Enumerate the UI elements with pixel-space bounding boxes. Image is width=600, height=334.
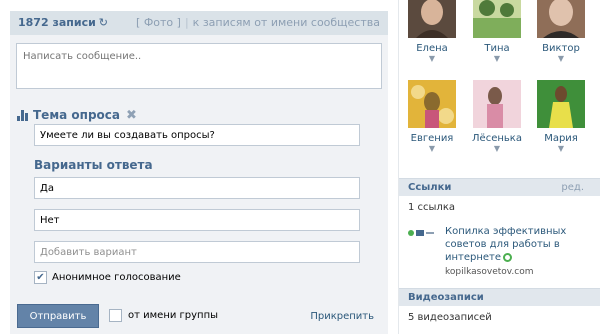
edit-links-link[interactable]: ред. <box>561 182 584 193</box>
community-posts-link[interactable]: к записям от имени сообщества <box>193 16 380 29</box>
post-count: 1872 записи ↻ <box>18 16 109 29</box>
friend-name[interactable]: Мария <box>531 133 591 144</box>
links-section-header: Ссылки ред. <box>399 178 600 196</box>
separator: | <box>184 16 189 29</box>
message-input[interactable] <box>16 43 382 89</box>
avatar[interactable] <box>537 0 585 38</box>
friends-grid: Елена ▼ Тина ▼ Виктор ▼ Евгения ▼ Лёсень… <box>399 0 600 170</box>
videos-section-header: Видеозаписи <box>399 288 600 306</box>
answers-title: Варианты ответа <box>34 158 153 172</box>
link-title[interactable]: Копилка эффективных советов для работы в… <box>445 225 595 264</box>
links-section-title[interactable]: Ссылки <box>408 182 451 193</box>
link-icon <box>408 230 434 236</box>
friend-item[interactable]: Елена ▼ <box>402 0 462 64</box>
friend-item[interactable]: Мария ▼ <box>531 80 591 154</box>
poll-chart-icon <box>17 109 28 121</box>
send-button[interactable]: Отправить <box>17 304 99 328</box>
avatar[interactable] <box>408 0 456 38</box>
friend-item[interactable]: Евгения ▼ <box>402 80 462 154</box>
post-composer: Тема опроса ✖ Варианты ответа ✔ Анонимно… <box>10 35 388 334</box>
poll-title: Тема опроса <box>33 108 120 122</box>
from-group-row[interactable]: от имени группы <box>109 309 218 322</box>
wall-header: 1872 записи ↻ [ Фото ] | к записям от имени… <box>10 11 388 35</box>
chevron-down-icon[interactable]: ▼ <box>467 144 527 154</box>
close-icon[interactable]: ✖ <box>126 109 137 122</box>
anonymous-vote-row[interactable]: ✔ Анонимное голосование <box>34 271 181 284</box>
answer-input-2[interactable] <box>34 209 360 231</box>
chevron-down-icon[interactable]: ▼ <box>531 54 591 64</box>
link-icons <box>408 228 436 238</box>
checkmark-icon: ✔ <box>36 271 45 283</box>
friend-name[interactable]: Елена <box>402 43 462 54</box>
videos-count[interactable]: 5 видеозаписей <box>408 312 492 323</box>
friend-name[interactable]: Лёсенька <box>467 133 527 144</box>
chevron-down-icon[interactable]: ▼ <box>467 54 527 64</box>
friend-item[interactable]: Тина ▼ <box>467 0 527 64</box>
anonymous-label: Анонимное голосование <box>52 272 181 283</box>
avatar[interactable] <box>408 80 456 128</box>
friend-item[interactable]: Лёсенька ▼ <box>467 80 527 154</box>
ring-icon <box>503 252 513 262</box>
friend-name[interactable]: Евгения <box>402 133 462 144</box>
answer-input-1[interactable] <box>34 177 360 199</box>
refresh-icon[interactable]: ↻ <box>99 16 108 29</box>
avatar[interactable] <box>537 80 585 128</box>
videos-section-title[interactable]: Видеозаписи <box>408 292 484 303</box>
avatar[interactable] <box>473 0 521 38</box>
from-group-label: от имени группы <box>128 310 219 321</box>
add-answer-input[interactable] <box>34 241 360 263</box>
poll-header: Тема опроса ✖ <box>17 107 137 123</box>
links-count: 1 ссылка <box>408 202 455 213</box>
attach-link[interactable]: Прикрепить <box>310 311 374 322</box>
chevron-down-icon[interactable]: ▼ <box>402 144 462 154</box>
link-domain[interactable]: kopilkasovetov.com <box>445 267 533 277</box>
photo-filter-link[interactable]: [ Фото ] <box>136 16 181 29</box>
friend-item[interactable]: Виктор ▼ <box>531 0 591 64</box>
sidebar: Елена ▼ Тина ▼ Виктор ▼ Евгения ▼ Лёсень… <box>399 0 600 334</box>
wall-filter-links: [ Фото ] | к записям от имени сообщества <box>136 16 380 29</box>
avatar[interactable] <box>473 80 521 128</box>
friend-name[interactable]: Тина <box>467 43 527 54</box>
chevron-down-icon[interactable]: ▼ <box>402 54 462 64</box>
poll-question-input[interactable] <box>34 124 360 146</box>
anonymous-checkbox[interactable]: ✔ <box>34 271 47 284</box>
wall: 1872 записи ↻ [ Фото ] | к записям от имени… <box>0 0 398 334</box>
from-group-checkbox[interactable] <box>109 309 122 322</box>
friend-name[interactable]: Виктор <box>531 43 591 54</box>
chevron-down-icon[interactable]: ▼ <box>531 144 591 154</box>
